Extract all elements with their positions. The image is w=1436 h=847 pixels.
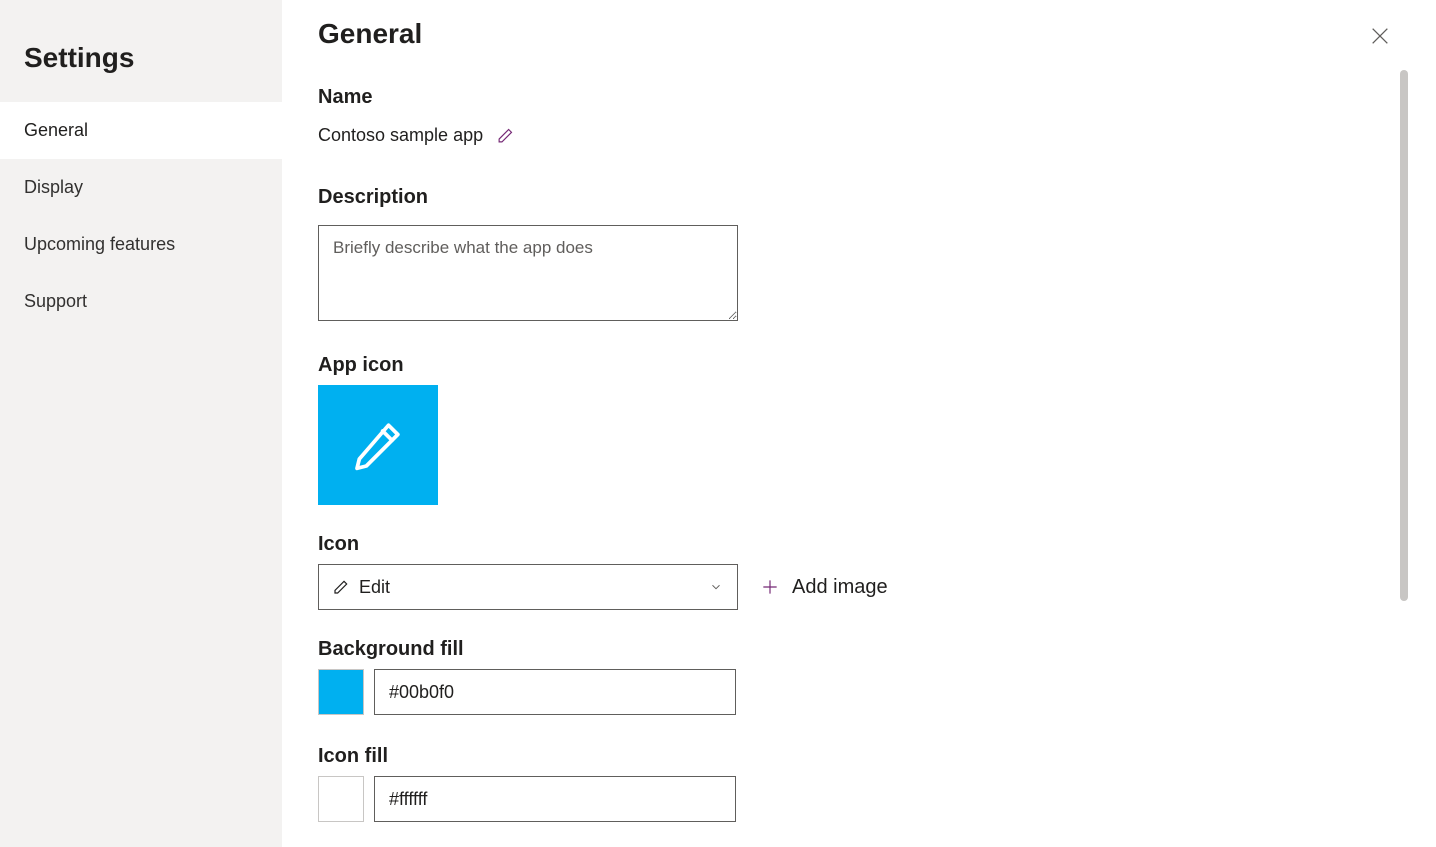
- add-image-button[interactable]: Add image: [760, 576, 888, 599]
- sidebar-title: Settings: [0, 0, 282, 102]
- description-input[interactable]: [318, 225, 738, 321]
- close-icon: [1369, 25, 1391, 47]
- sidebar-item-display[interactable]: Display: [0, 159, 282, 216]
- icon-fill-label: Icon fill: [318, 745, 1364, 768]
- app-name-value: Contoso sample app: [318, 125, 483, 146]
- settings-sidebar: Settings General Display Upcoming featur…: [0, 0, 282, 847]
- chevron-down-icon: [709, 580, 723, 594]
- plus-icon: [760, 577, 780, 597]
- icon-fill-swatch[interactable]: [318, 776, 364, 822]
- content-area: General Name Contoso sample app Descript…: [282, 0, 1400, 847]
- description-label: Description: [318, 186, 1364, 209]
- sidebar-item-support[interactable]: Support: [0, 273, 282, 330]
- name-row: Contoso sample app: [318, 125, 1364, 146]
- pencil-icon: [333, 579, 349, 595]
- icon-dropdown[interactable]: Edit: [318, 564, 738, 610]
- scrollbar[interactable]: [1400, 70, 1408, 647]
- scrollbar-thumb[interactable]: [1400, 70, 1408, 601]
- app-icon-label: App icon: [318, 354, 1364, 377]
- edit-name-icon[interactable]: [497, 127, 514, 144]
- sidebar-item-upcoming-features[interactable]: Upcoming features: [0, 216, 282, 273]
- icon-dropdown-value: Edit: [359, 577, 709, 598]
- add-image-label: Add image: [792, 576, 888, 599]
- icon-fill-input[interactable]: [374, 776, 736, 822]
- background-fill-swatch[interactable]: [318, 669, 364, 715]
- close-button[interactable]: [1364, 20, 1396, 52]
- sidebar-item-general[interactable]: General: [0, 102, 282, 159]
- pencil-icon: [350, 417, 406, 473]
- background-fill-label: Background fill: [318, 638, 1364, 661]
- panel-title: General: [318, 18, 1364, 50]
- background-fill-input[interactable]: [374, 669, 736, 715]
- main-panel: General Name Contoso sample app Descript…: [282, 0, 1436, 847]
- name-label: Name: [318, 86, 1364, 109]
- icon-select-label: Icon: [318, 533, 1364, 556]
- app-icon-preview[interactable]: [318, 385, 438, 505]
